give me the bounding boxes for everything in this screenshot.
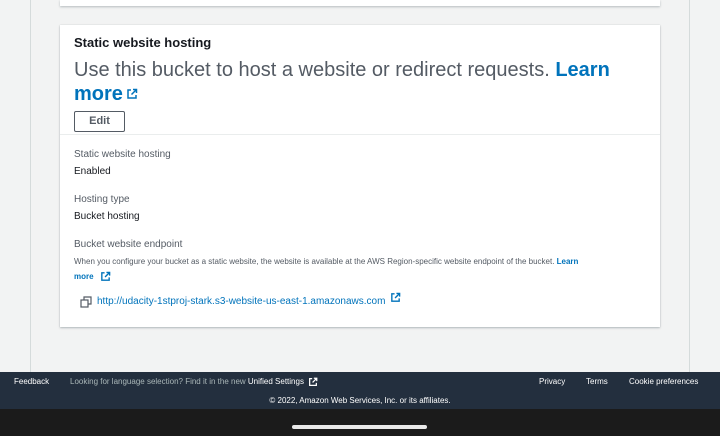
hosting-status-value: Enabled: [74, 166, 111, 177]
endpoint-field: Bucket website endpoint When you configu…: [74, 238, 646, 308]
endpoint-help-text: When you configure your bucket as a stat…: [74, 254, 644, 287]
panel-body: Static website hosting Enabled Hosting t…: [60, 135, 660, 321]
endpoint-row: http://udacity-1stproj-stark.s3-website-…: [80, 292, 646, 308]
terms-link[interactable]: Terms: [586, 377, 608, 386]
hosting-status-field: Static website hosting Enabled: [74, 148, 646, 179]
edit-button[interactable]: Edit: [74, 111, 125, 132]
panel-description-text: Use this bucket to host a website or red…: [74, 59, 556, 81]
copyright: © 2022, Amazon Web Services, Inc. or its…: [269, 396, 451, 405]
privacy-link[interactable]: Privacy: [539, 377, 565, 386]
system-bottom-bar: [0, 409, 720, 436]
cookie-preferences-link[interactable]: Cookie preferences: [629, 377, 698, 386]
unified-settings-link[interactable]: Unified Settings: [248, 377, 304, 386]
panel-description: Use this bucket to host a website or red…: [74, 58, 646, 106]
previous-panel: [60, 0, 660, 6]
external-link-icon: [308, 377, 318, 389]
endpoint-url-link[interactable]: http://udacity-1stproj-stark.s3-website-…: [97, 296, 385, 307]
panel-header: Static website hosting Use this bucket t…: [60, 25, 660, 135]
hosting-type-label: Hosting type: [74, 194, 130, 205]
endpoint-label: Bucket website endpoint: [74, 239, 183, 250]
copy-icon[interactable]: [80, 295, 92, 308]
hosting-status-label: Static website hosting: [74, 149, 171, 160]
panel-title: Static website hosting: [74, 35, 212, 50]
feedback-link[interactable]: Feedback: [14, 377, 49, 386]
footer: Feedback Looking for language selection?…: [0, 372, 720, 409]
hosting-type-value: Bucket hosting: [74, 211, 140, 222]
language-prompt: Looking for language selection? Find it …: [70, 377, 318, 389]
external-link-icon: [100, 271, 111, 287]
external-link-icon: [126, 82, 138, 106]
hosting-type-field: Hosting type Bucket hosting: [74, 193, 646, 224]
external-link-icon: [390, 290, 401, 308]
static-website-hosting-panel: Static website hosting Use this bucket t…: [60, 25, 660, 327]
home-indicator[interactable]: [292, 425, 427, 429]
